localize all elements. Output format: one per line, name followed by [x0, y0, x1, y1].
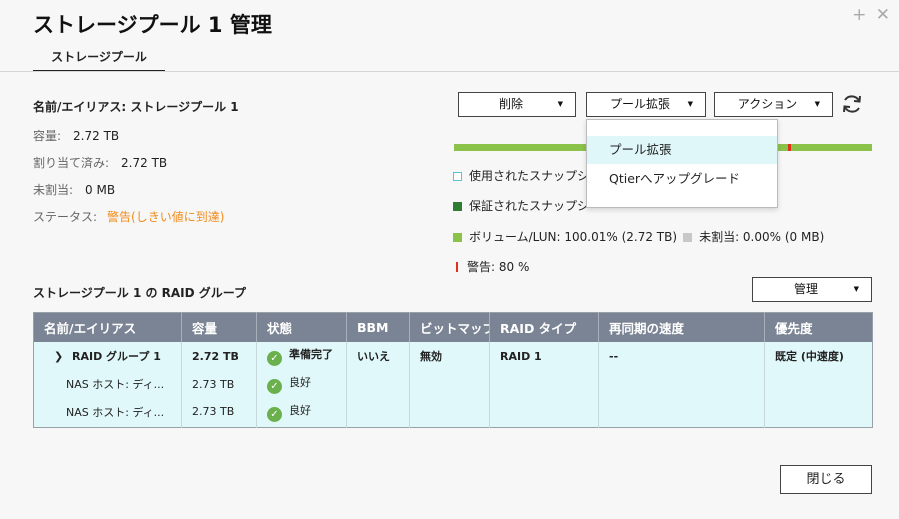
check-icon: ✓ [267, 406, 282, 422]
action-button[interactable]: アクション ▼ [714, 92, 833, 117]
window-title: ストレージプール 1 管理 [33, 13, 272, 37]
unallocated-text: 未割当: 0.00% (0 MB) [699, 230, 825, 244]
status-value: 警告(しきい値に到達) [107, 210, 225, 224]
unallocated-row: 未割当: 0 MB [33, 181, 115, 198]
table-header-row: 名前/エイリアス 容量 状態 BBM ビットマップ RAID タイプ 再同期の速… [33, 312, 873, 342]
table-row-disk[interactable]: NAS ホスト: ディ... 2.73 TB ✓ 良好 [33, 397, 873, 428]
status-row: ステータス: 警告(しきい値に到達) [33, 208, 224, 225]
refresh-icon[interactable] [840, 92, 864, 116]
raid-section-title: ストレージプール 1 の RAID グループ [33, 286, 247, 300]
column-header[interactable]: 再同期の速度 [598, 312, 765, 342]
raid-group-capacity: 2.72 TB [181, 341, 257, 371]
raid-group-bbm: いいえ [346, 341, 410, 371]
raid-group-bitmap: 無効 [409, 341, 490, 371]
column-header[interactable]: 優先度 [764, 312, 873, 342]
capacity-label: 容量: [33, 129, 62, 143]
expand-pool-dropdown: プール拡張 Qtierへアップグレード [586, 119, 778, 208]
disk-status: 良好 [289, 376, 311, 389]
unallocated-label: 未割当: [33, 183, 74, 197]
raid-group-name: RAID グループ 1 [72, 350, 161, 363]
unallocated-value: 0 MB [85, 183, 116, 197]
used-snapshot-swatch [453, 172, 462, 181]
warning-tick-icon [456, 262, 458, 272]
volume-swatch [453, 233, 462, 242]
capacity-row: 容量: 2.72 TB [33, 127, 119, 144]
caret-down-icon: ▼ [687, 100, 693, 108]
allocated-row: 割り当て済み: 2.72 TB [33, 154, 167, 171]
guaranteed-snapshot-swatch [453, 202, 462, 211]
manage-button-label: 管理 [793, 282, 818, 296]
raid-group-table: 名前/エイリアス 容量 状態 BBM ビットマップ RAID タイプ 再同期の速… [33, 312, 873, 428]
check-icon: ✓ [267, 379, 282, 394]
disk-name: NAS ホスト: ディ... [33, 370, 182, 398]
close-button[interactable]: 閉じる [780, 465, 872, 494]
column-header[interactable]: 名前/エイリアス [33, 312, 182, 342]
tab-storage-pool[interactable]: ストレージプール [33, 48, 165, 72]
warning-text: 警告: 80 % [467, 260, 530, 274]
action-button-label: アクション [737, 97, 798, 111]
chevron-down-icon[interactable]: ❯ [54, 350, 68, 363]
legend-warning: 警告: 80 % [453, 258, 529, 275]
window-controls: + ✕ [848, 5, 890, 25]
table-row-disk[interactable]: NAS ホスト: ディ... 2.73 TB ✓ 良好 [33, 370, 873, 398]
table-row-raid-group[interactable]: ❯ RAID グループ 1 2.72 TB ✓ 準備完了 いいえ 無効 RAID 1… [33, 341, 873, 371]
legend-used-snapshot: 使用されたスナップシ [453, 167, 589, 184]
capacity-value: 2.72 TB [73, 129, 120, 143]
close-icon[interactable]: ✕ [876, 5, 890, 25]
pool-name: 名前/エイリアス: ストレージプール 1 [33, 100, 239, 114]
caret-down-icon: ▼ [557, 100, 563, 108]
guaranteed-snapshot-text: 保証されたスナップシ [469, 199, 590, 213]
disk-name: NAS ホスト: ディ... [33, 397, 182, 428]
menu-item-qtier-upgrade[interactable]: Qtierへアップグレード [587, 165, 777, 193]
delete-button[interactable]: 削除 ▼ [458, 92, 576, 117]
allocated-value: 2.72 TB [121, 156, 168, 170]
expand-pool-button-label: プール拡張 [609, 97, 670, 111]
delete-button-label: 削除 [498, 97, 523, 111]
status-label: ステータス: [33, 210, 98, 224]
disk-capacity: 2.73 TB [181, 370, 257, 398]
column-header[interactable]: 容量 [181, 312, 257, 342]
used-snapshot-text: 使用されたスナップシ [469, 169, 590, 183]
column-header[interactable]: BBM [346, 312, 410, 342]
caret-down-icon: ▼ [814, 100, 820, 108]
expand-pool-button[interactable]: プール拡張 ▼ [586, 92, 706, 117]
raid-group-type: RAID 1 [489, 341, 599, 371]
caret-down-icon: ▼ [853, 285, 859, 293]
raid-group-status: 準備完了 [289, 348, 333, 361]
disk-status: 良好 [289, 403, 311, 417]
column-header[interactable]: RAID タイプ [489, 312, 599, 342]
column-header[interactable]: ビットマップ [409, 312, 490, 342]
legend-guaranteed-snapshot: 保証されたスナップシ [453, 197, 589, 214]
warning-threshold-marker [788, 144, 792, 151]
raid-group-resync: -- [598, 341, 765, 371]
unallocated-swatch [683, 233, 693, 242]
column-header[interactable]: 状態 [256, 312, 347, 342]
tab-divider [0, 71, 899, 72]
check-icon: ✓ [267, 351, 282, 366]
add-icon[interactable]: + [852, 5, 866, 25]
menu-item-expand-pool[interactable]: プール拡張 [587, 136, 777, 164]
legend-volume: ボリューム/LUN: 100.01% (2.72 TB) 未割当: 0.00% (… [453, 228, 824, 245]
volume-text: ボリューム/LUN: 100.01% (2.72 TB) [469, 230, 678, 244]
allocated-label: 割り当て済み: [33, 156, 110, 170]
disk-capacity: 2.73 TB [181, 397, 257, 428]
raid-group-priority: 既定 (中速度) [764, 341, 873, 371]
manage-button[interactable]: 管理 ▼ [752, 277, 872, 302]
